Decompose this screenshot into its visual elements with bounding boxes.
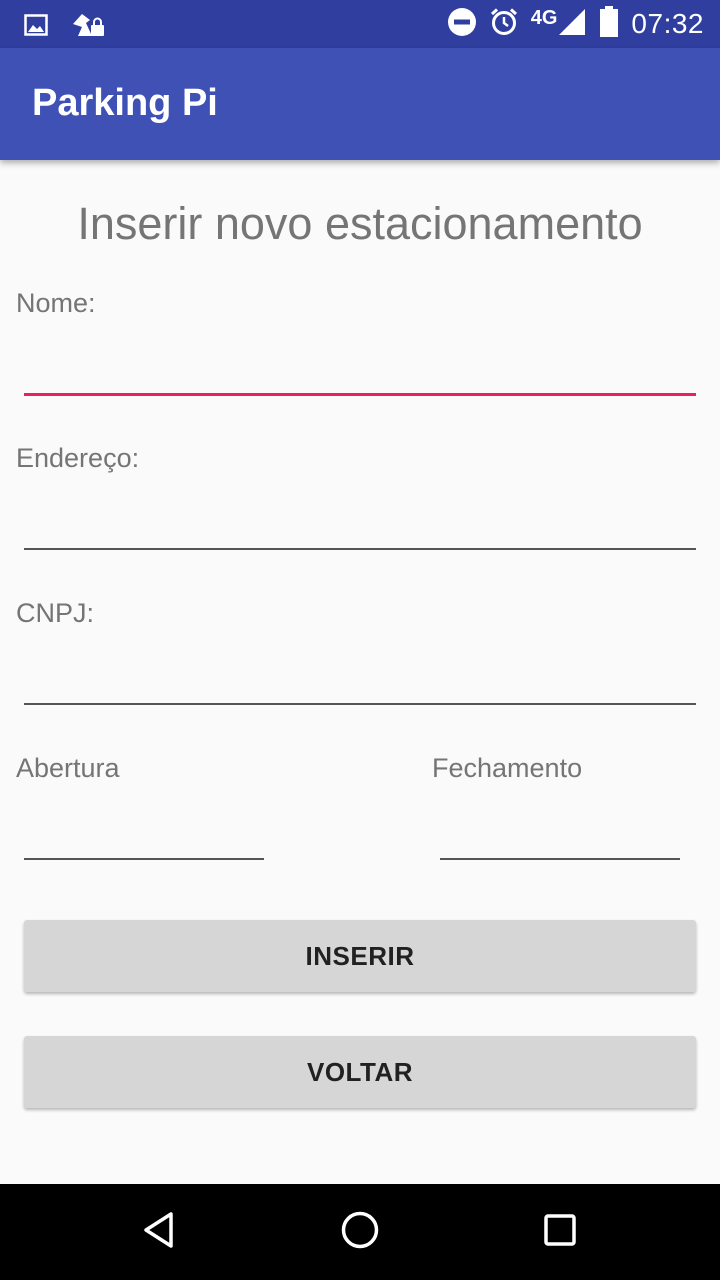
app-bar: Parking Pi [0, 48, 720, 160]
cnpj-input[interactable] [24, 655, 696, 705]
battery-icon [599, 5, 619, 43]
navigation-bar [0, 1184, 720, 1280]
alarm-icon [489, 7, 519, 42]
vpn-lock-icon [70, 10, 106, 45]
clock: 07:32 [631, 8, 704, 39]
nome-input[interactable] [24, 346, 696, 396]
recents-button[interactable] [536, 1208, 584, 1256]
fechamento-label: Fechamento [432, 753, 583, 783]
page-heading: Inserir novo estacionamento [77, 198, 643, 249]
inserir-button[interactable]: INSERIR [24, 920, 696, 992]
fechamento-input[interactable] [440, 810, 680, 860]
image-notification-icon [24, 13, 48, 42]
endereco-input[interactable] [24, 500, 696, 550]
back-icon [140, 1210, 180, 1255]
home-button[interactable] [336, 1208, 384, 1256]
back-button[interactable] [136, 1208, 184, 1256]
cnpj-label: CNPJ: [16, 598, 95, 628]
home-icon [340, 1210, 380, 1255]
abertura-label: Abertura [16, 753, 120, 783]
abertura-input[interactable] [24, 810, 264, 860]
recents-icon [540, 1210, 580, 1255]
voltar-button[interactable]: VOLTAR [24, 1036, 696, 1108]
endereco-label: Endereço: [16, 443, 140, 473]
app-title: Parking Pi [32, 82, 218, 124]
signal-icon [557, 7, 587, 42]
do-not-disturb-icon [447, 7, 477, 42]
nome-label: Nome: [16, 288, 96, 318]
status-bar: 4G 07:32 [0, 0, 720, 48]
network-type: 4G [530, 6, 558, 29]
